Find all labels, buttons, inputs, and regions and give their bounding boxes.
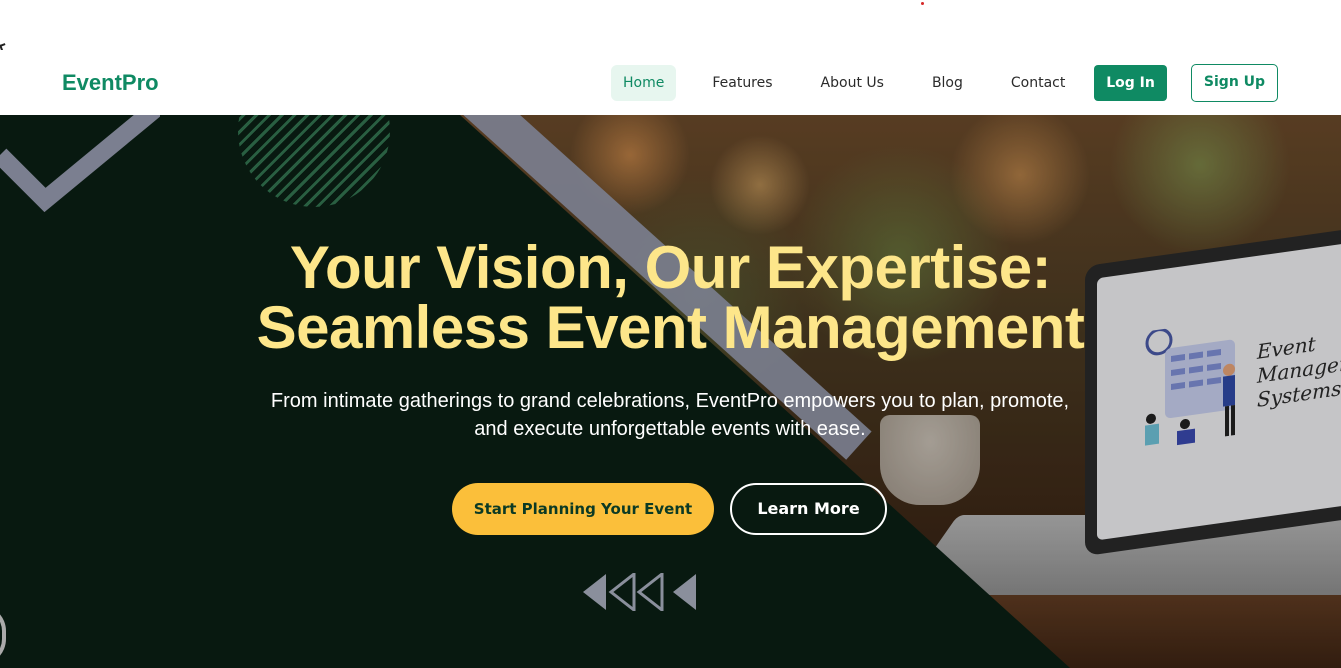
main-nav: Home Features About Us Blog Contact <box>611 65 1101 101</box>
site-header: EventPro Home Features About Us Blog Con… <box>0 50 1341 115</box>
nav-contact[interactable]: Contact <box>999 65 1077 101</box>
hero-content: Your Vision, Our Expertise: Seamless Eve… <box>0 115 1341 668</box>
hero-title: Your Vision, Our Expertise: Seamless Eve… <box>0 238 1341 358</box>
browser-top-strip <box>0 0 1341 51</box>
nav-features[interactable]: Features <box>700 65 784 101</box>
hero-title-line-1: Your Vision, Our Expertise: <box>289 234 1052 301</box>
hero-subtitle: From intimate gatherings to grand celebr… <box>270 390 1070 440</box>
learn-more-button[interactable]: Learn More <box>730 483 887 535</box>
nav-home[interactable]: Home <box>611 65 677 101</box>
double-chevron-left-icon <box>583 573 696 611</box>
signup-button[interactable]: Sign Up <box>1191 64 1278 102</box>
nav-blog[interactable]: Blog <box>920 65 975 101</box>
logo[interactable]: EventPro <box>62 70 159 96</box>
login-button[interactable]: Log In <box>1094 65 1167 101</box>
red-dot-marker <box>921 2 924 5</box>
hero-section: Event Management Systems Your Vision, Ou… <box>0 115 1341 668</box>
start-planning-button[interactable]: Start Planning Your Event <box>452 483 714 535</box>
nav-about-us[interactable]: About Us <box>809 65 896 101</box>
hero-title-line-2: Seamless Event Management <box>256 294 1085 361</box>
